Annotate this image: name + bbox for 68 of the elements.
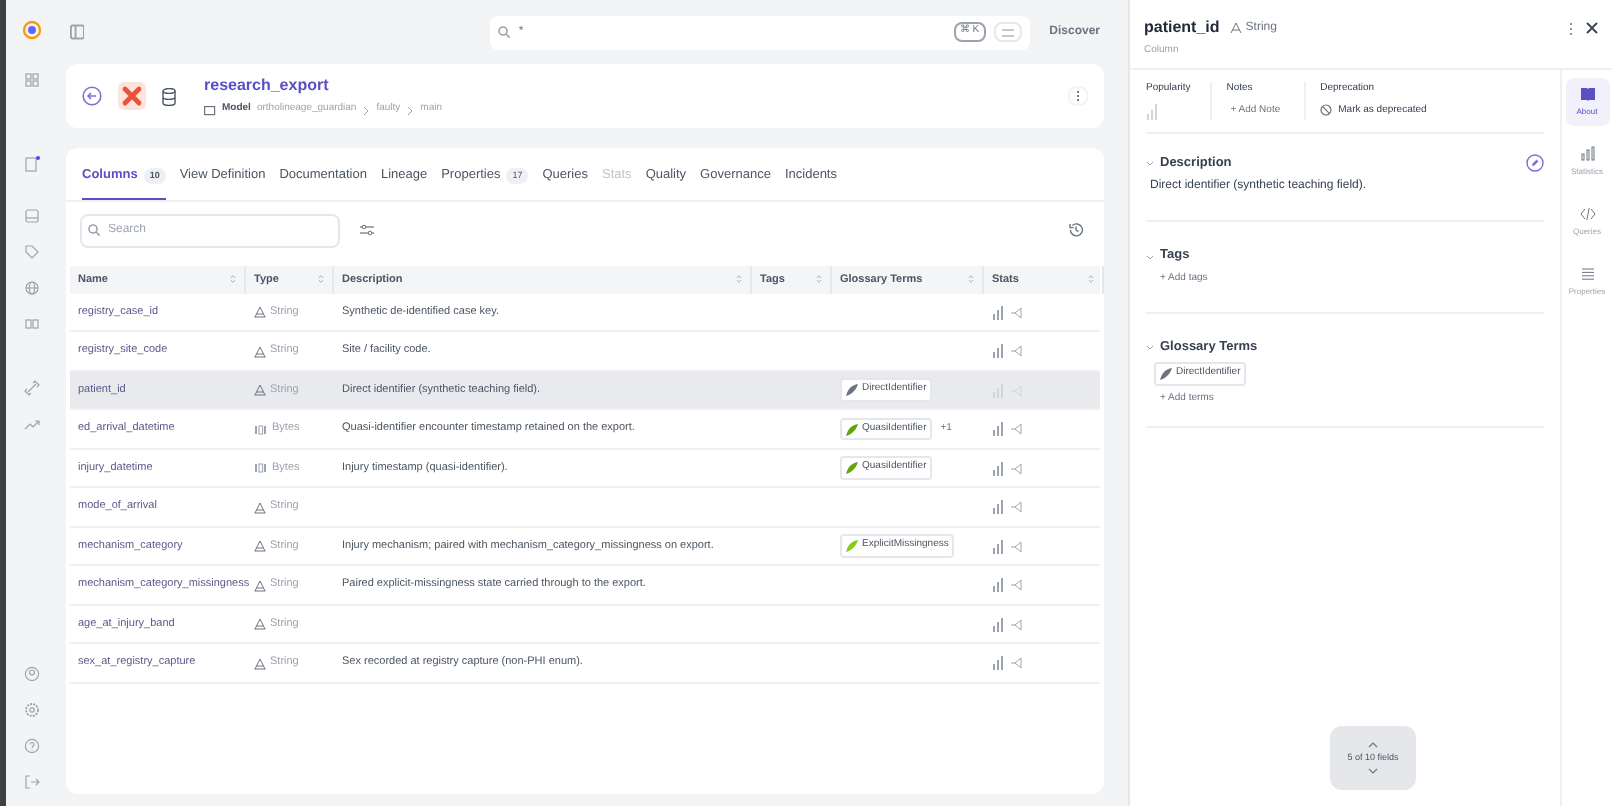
code-icon xyxy=(1579,206,1595,222)
chevron-icon xyxy=(406,105,415,115)
bar-chart-icon[interactable] xyxy=(992,656,1004,670)
chevron-down-icon[interactable] xyxy=(1368,768,1378,775)
text-type-icon xyxy=(254,618,266,630)
settings-icon[interactable] xyxy=(24,702,40,718)
model-icon xyxy=(204,105,216,115)
binary-type-icon xyxy=(254,462,268,474)
tag-icon[interactable] xyxy=(24,244,40,260)
globe-icon[interactable] xyxy=(24,280,40,296)
bar-chart-icon[interactable] xyxy=(992,305,1004,319)
bar-chart-icon[interactable] xyxy=(992,344,1004,358)
close-icon[interactable] xyxy=(1586,22,1598,34)
bar-chart-icon[interactable] xyxy=(992,422,1004,436)
search-icon xyxy=(498,26,511,38)
popularity-bars-icon xyxy=(1146,103,1158,119)
text-type-icon xyxy=(254,501,266,513)
text-type-icon xyxy=(254,579,266,591)
chevron-up-icon[interactable] xyxy=(1368,741,1378,748)
document-icon[interactable] xyxy=(24,156,40,172)
sliders-icon[interactable] xyxy=(360,224,374,237)
text-type-icon xyxy=(254,657,266,669)
help-icon[interactable] xyxy=(24,738,40,754)
binary-type-icon xyxy=(254,423,268,435)
edit-icon[interactable] xyxy=(1526,153,1544,172)
sliders-icon xyxy=(1001,27,1014,37)
search-icon xyxy=(88,224,100,237)
bar-chart-icon[interactable] xyxy=(992,539,1004,553)
book-icon xyxy=(1579,86,1595,102)
lineage-icon[interactable] xyxy=(1010,578,1022,592)
chevron-icon xyxy=(362,105,371,115)
cross-logo-icon xyxy=(118,82,146,110)
lineage-icon[interactable] xyxy=(1010,422,1022,436)
logo-icon[interactable] xyxy=(22,20,42,40)
bar-chart-icon[interactable] xyxy=(992,383,1004,397)
bar-chart-icon xyxy=(1579,146,1595,162)
logout-icon[interactable] xyxy=(24,774,40,790)
bar-chart-icon[interactable] xyxy=(992,500,1004,514)
user-icon[interactable] xyxy=(24,666,40,682)
trend-icon[interactable] xyxy=(24,416,40,432)
back-icon[interactable] xyxy=(82,86,102,106)
bar-chart-icon[interactable] xyxy=(992,617,1004,631)
entity-title: research_export xyxy=(204,74,331,99)
lineage-icon[interactable] xyxy=(1010,305,1022,319)
lineage-icon[interactable] xyxy=(1010,539,1022,553)
bar-chart-icon[interactable] xyxy=(992,578,1004,592)
text-type-icon xyxy=(254,306,266,318)
history-icon[interactable] xyxy=(1068,222,1084,239)
blocked-icon xyxy=(1320,104,1333,117)
bar-chart-icon[interactable] xyxy=(992,461,1004,475)
more-icon[interactable] xyxy=(1068,86,1088,106)
text-type-icon xyxy=(254,345,266,357)
lineage-icon[interactable] xyxy=(1010,617,1022,631)
sidebar-toggle-icon[interactable] xyxy=(70,24,85,40)
text-type-icon xyxy=(1229,22,1242,34)
list-icon xyxy=(1579,266,1595,282)
text-type-icon xyxy=(254,540,266,552)
text-type-icon xyxy=(254,384,266,396)
filter-button[interactable] xyxy=(993,22,1022,42)
book-icon[interactable] xyxy=(24,208,40,224)
blocks-icon[interactable] xyxy=(24,316,40,332)
panel-title: patient_id xyxy=(1144,16,1220,40)
lineage-icon[interactable] xyxy=(1010,461,1022,475)
lineage-icon[interactable] xyxy=(1010,344,1022,358)
database-icon xyxy=(162,87,176,105)
lineage-icon[interactable] xyxy=(1010,500,1022,514)
grid-icon[interactable] xyxy=(24,72,40,88)
lineage-icon[interactable] xyxy=(1010,656,1022,670)
